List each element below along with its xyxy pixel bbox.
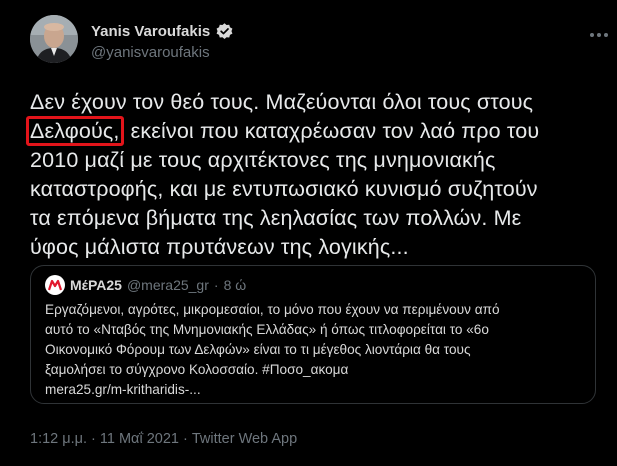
quoted-link[interactable]: mera25.gr/m-kritharidis-... <box>45 380 585 400</box>
tweet-line: 2010 μαζί με τους αρχιτέκτονες της μνημο… <box>30 148 496 172</box>
quoted-tweet-text: Εργαζόμενοι, αγρότες, μικρομεσαίοι, το μ… <box>45 300 585 400</box>
tweet-line: τα επόμενα βήματα της λεηλασίας των πολλ… <box>30 206 522 230</box>
quoted-line: αυτό το «Νταβός της Μνημονιακής Ελλάδας»… <box>45 322 489 337</box>
author-handle[interactable]: @yanisvaroufakis <box>91 44 210 61</box>
quoted-time[interactable]: 8 ώ <box>224 277 247 293</box>
quoted-author-avatar[interactable] <box>45 275 65 295</box>
tweet-line: Δελφούς, εκείνοι που καταχρέωσαν τον λαό… <box>26 116 615 146</box>
quoted-line: Οικονομικό Φόρουμ των Δελφών» είναι το τ… <box>45 342 471 357</box>
quoted-line: ξαμολήσει το σύγχρονο Κολοσσαίο. #Ποσο_α… <box>45 362 349 377</box>
tweet: Yanis Varoufakis @yanisvaroufakis Δεν έχ… <box>0 0 617 466</box>
quoted-author-name[interactable]: ΜέΡΑ25 <box>70 277 122 293</box>
highlighted-word: Δελφούς, <box>26 116 124 146</box>
tweet-line: ύφος μάλιστα πρυτάνεων της λογικής... <box>30 235 409 259</box>
tweet-text: Δεν έχουν τον θεό τους. Μαζεύονται όλοι … <box>26 88 615 262</box>
quoted-meta-separator: · <box>213 277 219 293</box>
quoted-tweet[interactable]: ΜέΡΑ25 @mera25_gr · 8 ώ Εργαζόμενοι, αγρ… <box>30 265 596 404</box>
tweet-line: καταστροφής, και με εντυπωσιακό κυνισμό … <box>30 177 538 201</box>
quoted-tweet-header: ΜέΡΑ25 @mera25_gr · 8 ώ <box>45 275 246 295</box>
author-avatar[interactable] <box>30 15 78 63</box>
quoted-line: Εργαζόμενοι, αγρότες, μικρομεσαίοι, το μ… <box>45 302 500 317</box>
author-display-name[interactable]: Yanis Varoufakis <box>91 23 210 40</box>
quoted-author-handle[interactable]: @mera25_gr <box>127 277 209 293</box>
tweet-timestamp[interactable]: 1:12 μ.μ. · 11 Μαΐ 2021 · Twitter Web Ap… <box>30 431 297 447</box>
verified-badge-icon <box>215 22 234 41</box>
more-options-icon[interactable] <box>590 28 616 42</box>
author-name-row: Yanis Varoufakis <box>91 20 234 42</box>
tweet-line: Δεν έχουν τον θεό τους. Μαζεύονται όλοι … <box>30 90 534 114</box>
tweet-line-rest: εκείνοι που καταχρέωσαν τον λαό προ του <box>130 119 540 143</box>
